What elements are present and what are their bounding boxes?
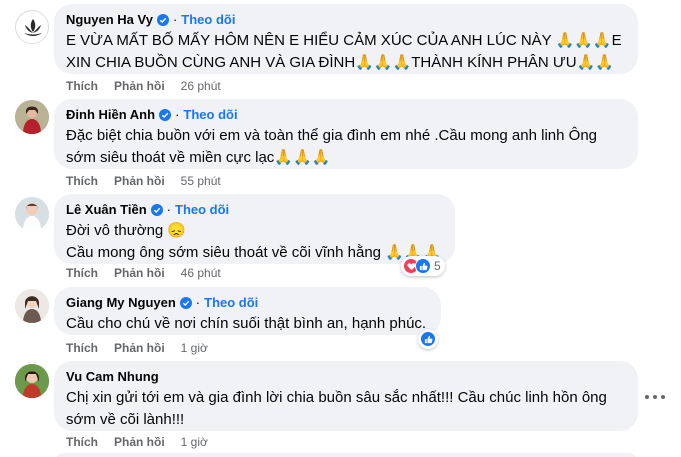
comment-bubble: Đinh Hiền Anh · Theo dõi Đặc biệt chia b… (54, 99, 638, 169)
comment-line: sớm siêu thoát về miền cực lạc🙏🙏🙏 (66, 149, 331, 166)
comment-line: sớm về cõi lành!!! (66, 411, 185, 428)
comment-timestamp[interactable]: 1 giờ (181, 340, 208, 356)
comment-line: Đời vô thường 😞 (66, 222, 187, 239)
reply-button[interactable]: Phản hồi (114, 340, 165, 356)
comment-actions: Thích Phản hồi 55 phút (66, 173, 221, 189)
reply-button[interactable]: Phản hồi (114, 434, 165, 450)
lotus-logo-icon (16, 11, 48, 43)
comment-bubble: Lê Xuân Tiền · Theo dõi Đời vô thường 😞 … (54, 194, 455, 264)
like-button[interactable]: Thích (66, 173, 98, 189)
comment-author[interactable]: Lê Xuân Tiền (66, 202, 147, 218)
comment-text: E VỪA MẤT BỐ MẤY HÔM NÊN E HIỂU CẢM XÚC … (66, 30, 626, 74)
reaction-summary[interactable]: 5 (401, 256, 445, 276)
comment-author[interactable]: Đinh Hiền Anh (66, 107, 155, 123)
follow-button[interactable]: Theo dõi (181, 12, 235, 28)
profile-photo-icon (15, 100, 49, 134)
profile-photo-icon (15, 197, 49, 231)
profile-photo-icon (15, 289, 49, 323)
comment-actions: Thích Phản hồi 46 phút (66, 265, 221, 281)
comment-timestamp[interactable]: 26 phút (181, 78, 221, 94)
next-comment-bubble (54, 453, 638, 457)
like-icon (420, 331, 436, 347)
reply-button[interactable]: Phản hồi (114, 78, 165, 94)
profile-photo-icon (15, 364, 49, 398)
comment-line: E VỪA MẤT BỐ MẤY HÔM NÊN E HIỂU CẢM XÚC … (66, 32, 622, 49)
more-options-button[interactable] (645, 389, 665, 405)
avatar[interactable] (15, 197, 49, 231)
like-button[interactable]: Thích (66, 340, 98, 356)
more-dot (661, 395, 665, 399)
comment-timestamp[interactable]: 55 phút (181, 173, 221, 189)
separator-dot: · (166, 202, 172, 217)
comment-bubble: Vu Cam Nhung Chị xin gửi tới em và gia đ… (54, 361, 638, 431)
comment-text: Cầu cho chú về nơi chín suối thật bình a… (66, 313, 429, 335)
verified-badge-icon (150, 204, 163, 216)
follow-button[interactable]: Theo dõi (204, 295, 258, 311)
comment-text: Đặc biệt chia buồn với em và toàn thể gi… (66, 125, 626, 169)
avatar[interactable] (15, 289, 49, 323)
more-dot (653, 395, 657, 399)
avatar[interactable] (15, 10, 49, 44)
separator-dot: · (195, 295, 201, 310)
separator-dot: · (172, 12, 178, 27)
reply-button[interactable]: Phản hồi (114, 265, 165, 281)
verified-badge-icon (159, 109, 172, 121)
comment-actions: Thích Phản hồi 1 giờ (66, 340, 208, 356)
comment-text: Chị xin gửi tới em và gia đình lời chia … (66, 387, 626, 431)
like-button[interactable]: Thích (66, 434, 98, 450)
like-icon (415, 258, 431, 274)
comment-timestamp[interactable]: 1 giờ (181, 434, 208, 450)
comment-author[interactable]: Vu Cam Nhung (66, 369, 159, 385)
like-button[interactable]: Thích (66, 78, 98, 94)
avatar[interactable] (15, 364, 49, 398)
separator-dot: · (175, 107, 180, 122)
comment-actions: Thích Phản hồi 1 giờ (66, 434, 208, 450)
comment-actions: Thích Phản hồi 26 phút (66, 78, 221, 94)
reaction-count: 5 (434, 259, 441, 273)
follow-button[interactable]: Theo dõi (175, 202, 229, 218)
comment-timestamp[interactable]: 46 phút (181, 265, 221, 281)
avatar[interactable] (15, 100, 49, 134)
comment-line: XIN CHIA BUỒN CÙNG ANH VÀ GIA ĐÌNH🙏🙏🙏THÀ… (66, 54, 614, 71)
comment-bubble: Giang My Nguyen · Theo dõi Cầu cho chú v… (54, 287, 441, 335)
comment-line: Cầu cho chú về nơi chín suối thật bình a… (66, 315, 427, 332)
comment-author[interactable]: Giang My Nguyen (66, 295, 176, 311)
comment-line: Cầu mong ông sớm siêu thoát về cõi vĩnh … (66, 244, 442, 261)
follow-button[interactable]: Theo dõi (183, 107, 237, 123)
reaction-summary[interactable] (418, 329, 438, 349)
verified-badge-icon (179, 297, 192, 309)
like-button[interactable]: Thích (66, 265, 98, 281)
verified-badge-icon (156, 14, 169, 26)
comment-text: Đời vô thường 😞 Cầu mong ông sớm siêu th… (66, 220, 443, 264)
comment-bubble: Nguyen Ha Vy · Theo dõi E VỪA MẤT BỐ MẤY… (54, 4, 638, 74)
more-dot (645, 395, 649, 399)
comment-line: Đặc biệt chia buồn với em và toàn thể gi… (66, 127, 597, 144)
comment-line: Chị xin gửi tới em và gia đình lời chia … (66, 389, 607, 406)
comment-author[interactable]: Nguyen Ha Vy (66, 12, 153, 28)
reply-button[interactable]: Phản hồi (114, 173, 165, 189)
